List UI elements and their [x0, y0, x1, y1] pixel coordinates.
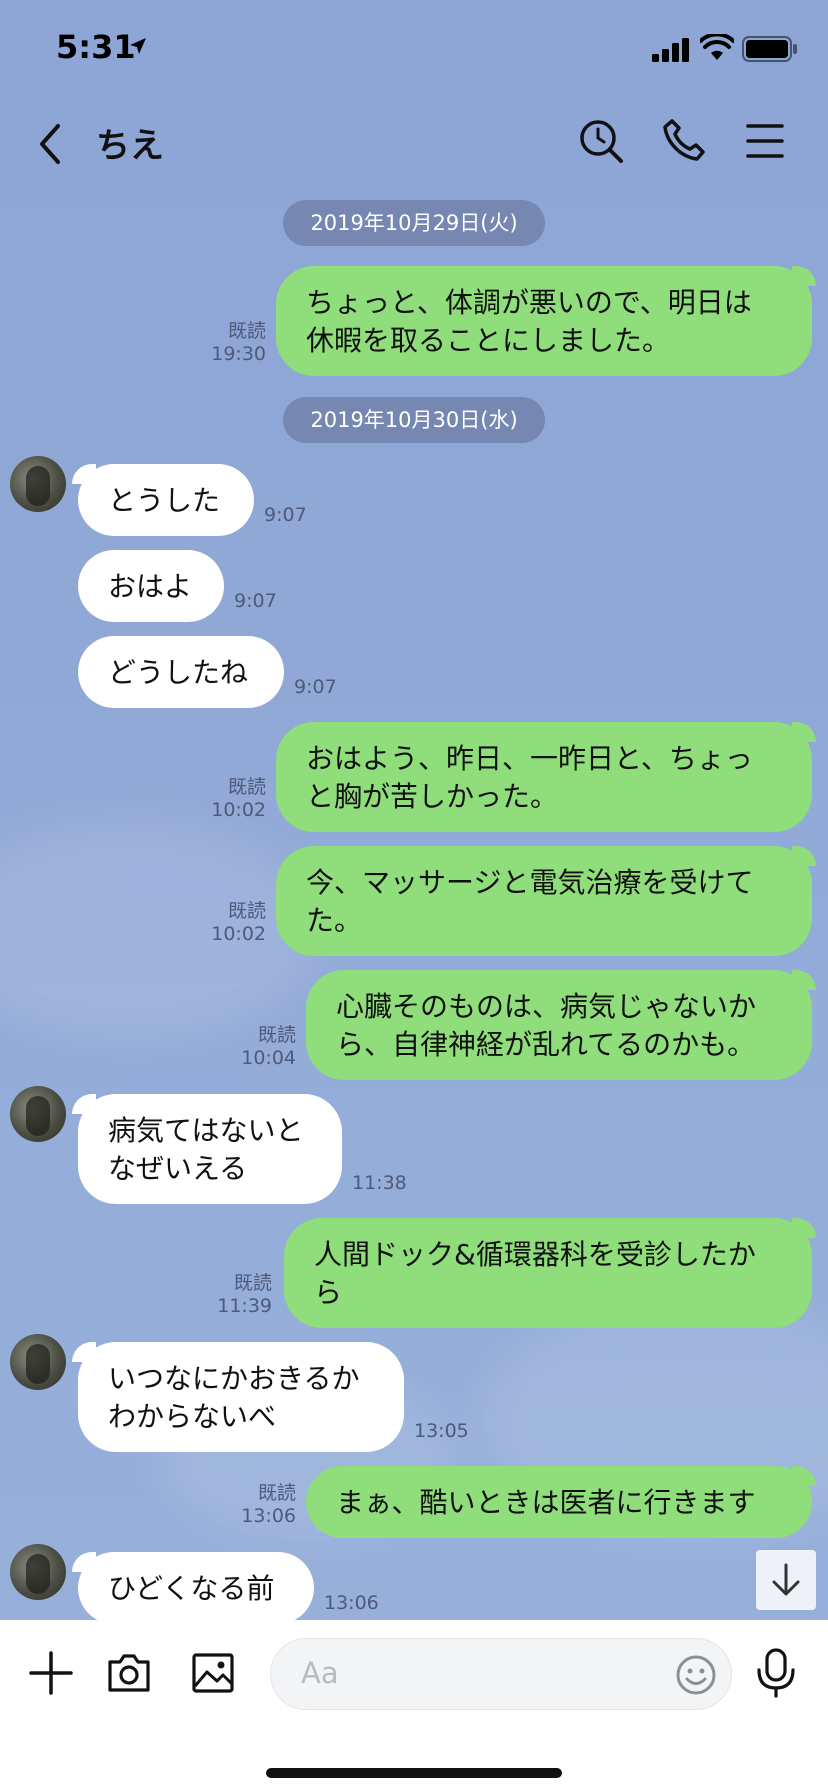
- message-time: 19:30: [211, 343, 266, 365]
- message-text: とうした: [108, 484, 221, 517]
- menu-icon[interactable]: [746, 122, 784, 160]
- message-time: 11:38: [352, 1172, 407, 1194]
- plus-icon[interactable]: [28, 1650, 74, 1696]
- message-bubble-incoming[interactable]: 病気てはないと なぜいえる: [78, 1094, 342, 1204]
- input-placeholder: Aa: [301, 1656, 339, 1690]
- message-bubble-incoming[interactable]: ひどくなる前: [78, 1552, 314, 1620]
- arrow-down-icon: [772, 1563, 800, 1596]
- message-text: ら、自律神経が乱れてるのかも。: [336, 1028, 756, 1061]
- emoji-icon[interactable]: [675, 1654, 717, 1696]
- chat-header: ちえ: [0, 100, 828, 200]
- read-receipt: 既読: [227, 776, 266, 798]
- avatar[interactable]: [10, 1086, 66, 1142]
- message-time: 11:39: [217, 1295, 272, 1317]
- message-text: ちょっと、体調が悪いので、明日は: [306, 286, 752, 319]
- message-meta: 既読 10:02: [190, 900, 266, 946]
- avatar[interactable]: [10, 1544, 66, 1600]
- chat-background: 5:31 ちえ 2019年10月29日(火) 2019年10月30日(水) 既読…: [0, 0, 828, 1620]
- status-bar: 5:31: [0, 0, 828, 100]
- message-meta: 既読 19:30: [190, 320, 266, 366]
- message-bubble-incoming[interactable]: どうしたね: [78, 636, 284, 708]
- phone-icon[interactable]: [662, 118, 706, 162]
- message-time: 13:06: [324, 1592, 379, 1614]
- date-separator: 2019年10月30日(水): [283, 397, 545, 443]
- read-receipt: 既読: [257, 1482, 296, 1504]
- message-bubble-incoming[interactable]: とうした: [78, 464, 254, 536]
- date-separator: 2019年10月29日(火): [283, 200, 545, 246]
- message-bubble-outgoing[interactable]: ちょっと、体調が悪いので、明日は 休暇を取ることにしました。: [276, 266, 812, 376]
- read-receipt: 既読: [233, 1272, 272, 1294]
- message-text: なぜいえる: [108, 1152, 248, 1185]
- microphone-icon[interactable]: [752, 1648, 800, 1698]
- message-bubble-outgoing[interactable]: 心臓そのものは、病気じゃないか ら、自律神経が乱れてるのかも。: [306, 970, 812, 1080]
- message-text: まぁ、酷いときは医者に行きます: [336, 1486, 756, 1519]
- status-time: 5:31: [56, 28, 136, 66]
- read-receipt: 既読: [227, 320, 266, 342]
- message-time: 13:05: [414, 1420, 469, 1442]
- wifi-icon: [700, 34, 734, 60]
- message-text: 人間ドック&循環器科を受診したか: [314, 1238, 756, 1271]
- message-time: 10:04: [241, 1047, 296, 1069]
- message-text: ら: [314, 1276, 343, 1309]
- message-time: 13:06: [241, 1505, 296, 1527]
- message-meta: 既読 10:04: [220, 1024, 296, 1070]
- message-meta: 既読 13:06: [220, 1482, 296, 1528]
- camera-icon[interactable]: [106, 1650, 152, 1696]
- read-receipt: 既読: [257, 1024, 296, 1046]
- message-meta: 既読 11:39: [196, 1272, 272, 1318]
- background-cloud: [0, 820, 320, 1040]
- message-time: 9:07: [294, 676, 337, 698]
- avatar[interactable]: [10, 1334, 66, 1390]
- message-text: 休暇を取ることにしました。: [306, 324, 671, 357]
- message-text: た。: [306, 904, 363, 937]
- message-time: 9:07: [264, 504, 307, 526]
- message-meta: 既読 10:02: [190, 776, 266, 822]
- message-time: 9:07: [234, 590, 277, 612]
- avatar[interactable]: [10, 456, 66, 512]
- message-bubble-incoming[interactable]: おはよ: [78, 550, 224, 622]
- cellular-signal-icon: [652, 38, 689, 62]
- message-text: おはよ: [108, 570, 193, 603]
- read-receipt: 既読: [227, 900, 266, 922]
- location-arrow-icon: [130, 38, 146, 54]
- message-text: と胸が苦しかった。: [306, 780, 559, 813]
- search-icon[interactable]: [578, 118, 624, 164]
- back-chevron-icon[interactable]: [34, 122, 66, 166]
- message-bubble-outgoing[interactable]: まぁ、酷いときは医者に行きます: [306, 1466, 812, 1538]
- message-text: おはよう、昨日、一昨日と、ちょっ: [306, 742, 753, 775]
- scroll-to-bottom-button[interactable]: [756, 1550, 816, 1610]
- message-time: 10:02: [211, 923, 266, 945]
- image-icon[interactable]: [190, 1650, 236, 1696]
- message-text: わからないべ: [108, 1400, 277, 1433]
- message-text: 心臓そのものは、病気じゃないか: [336, 990, 757, 1023]
- message-input[interactable]: Aa: [270, 1638, 732, 1710]
- home-indicator: [266, 1768, 562, 1778]
- message-bubble-outgoing[interactable]: 人間ドック&循環器科を受診したか ら: [284, 1218, 812, 1328]
- message-bubble-incoming[interactable]: いつなにかおきるか わからないべ: [78, 1342, 404, 1452]
- message-bubble-outgoing[interactable]: 今、マッサージと電気治療を受けて た。: [276, 846, 812, 956]
- message-text: 病気てはないと: [108, 1114, 304, 1147]
- message-bubble-outgoing[interactable]: おはよう、昨日、一昨日と、ちょっ と胸が苦しかった。: [276, 722, 812, 832]
- message-text: ひどくなる前: [108, 1572, 275, 1605]
- message-text: どうしたね: [108, 656, 249, 689]
- message-text: 今、マッサージと電気治療を受けて: [306, 866, 754, 899]
- battery-icon: [742, 36, 797, 62]
- message-text: いつなにかおきるか: [108, 1362, 360, 1395]
- message-time: 10:02: [211, 799, 266, 821]
- chat-title: ちえ: [96, 126, 164, 166]
- message-input-bar: Aa: [0, 1620, 828, 1792]
